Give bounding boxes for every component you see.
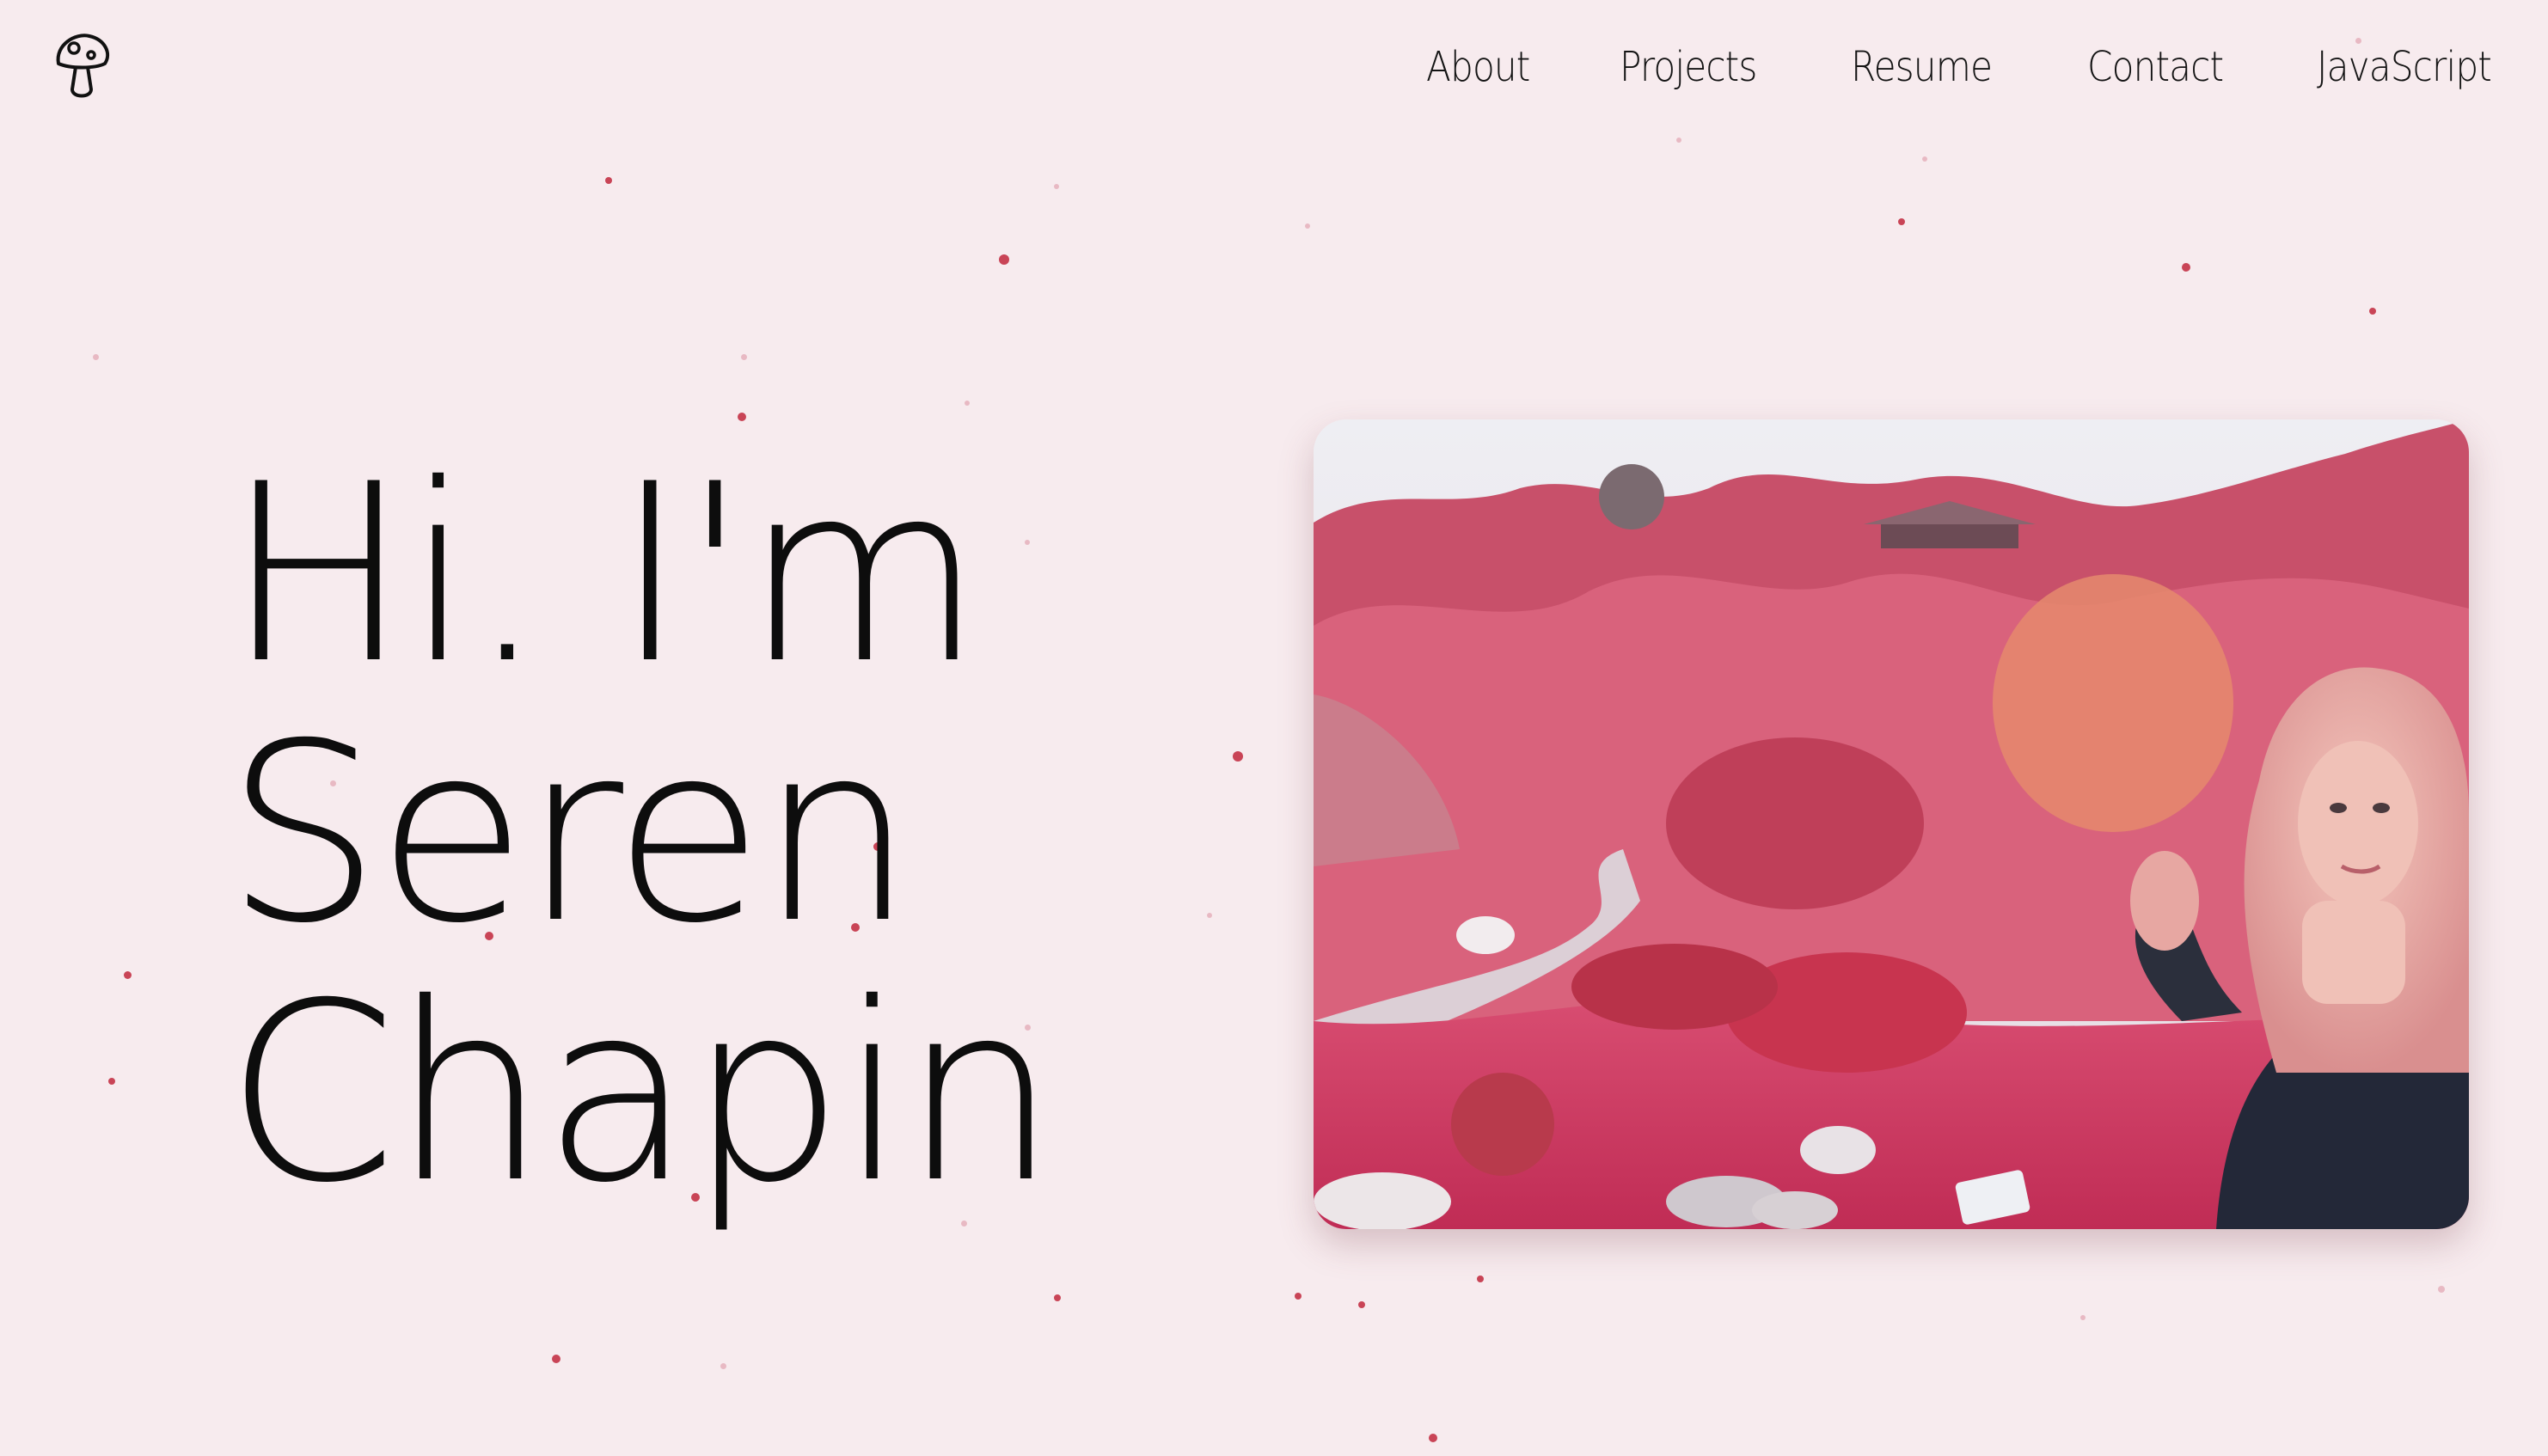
hero-line-1: Hi. I'm: [225, 432, 983, 718]
hero-line-3: Chapin: [225, 951, 1057, 1237]
hero-title: Hi. I'm Seren Chapin: [225, 432, 1057, 1237]
nav-contact[interactable]: Contact: [2087, 43, 2224, 91]
hero-line-2: Seren: [225, 692, 915, 977]
main-nav: About Projects Resume Contact JavaScript: [1426, 43, 2515, 91]
nav-projects[interactable]: Projects: [1620, 43, 1757, 91]
mushroom-icon: [56, 34, 110, 98]
nav-resume[interactable]: Resume: [1851, 43, 1993, 91]
nav-javascript[interactable]: JavaScript: [2317, 43, 2492, 91]
page: About Projects Resume Contact JavaScript…: [0, 0, 2548, 1456]
profile-photo: [1314, 419, 2469, 1229]
logo-link[interactable]: [52, 29, 113, 101]
nav-about[interactable]: About: [1426, 43, 1530, 91]
